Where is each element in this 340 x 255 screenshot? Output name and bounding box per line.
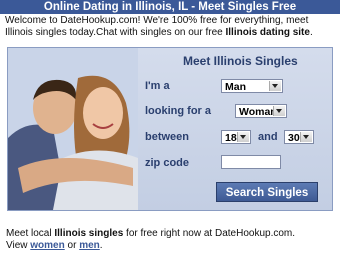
intro-text: Welcome to DateHookup.com! We're 100% fr… [5,15,337,39]
page-header: Online Dating in Illinois, IL - Meet Sin… [0,0,340,14]
gender-select-value: Man [225,81,246,93]
age-min-select[interactable]: 18 [221,130,251,144]
footer-text: Meet local Illinois singles for free rig… [6,228,336,252]
zip-code-input[interactable] [221,155,281,169]
footer-or-text: or [64,240,80,251]
footer-bold: Illinois singles [54,228,124,239]
footer-view-text: View [6,240,31,251]
footer-end-text: . [99,240,103,251]
and-label: and [258,131,278,143]
men-link[interactable]: men [79,240,100,251]
zip-label: zip code [145,157,190,169]
chevron-down-icon [269,81,281,91]
intro-bold: Illinois dating site [225,27,310,38]
age-min-value: 18 [225,132,237,144]
couple-photo [8,48,138,210]
looking-label: looking for a [145,105,211,117]
between-label: between [145,131,190,143]
age-max-value: 30 [288,132,300,144]
chevron-down-icon [237,132,249,142]
chevron-down-icon [300,132,312,142]
gender-select[interactable]: Man [221,79,283,93]
seeking-select[interactable]: Woman [235,104,287,118]
form-title: Meet Illinois Singles [183,54,298,68]
search-panel: Meet Illinois Singles I'm a Man looking … [7,47,333,211]
footer-text-1: Meet local [6,228,55,239]
chevron-down-icon [273,106,285,116]
age-max-select[interactable]: 30 [284,130,314,144]
seeking-select-value: Woman [239,106,277,118]
iam-label: I'm a [145,80,170,92]
intro-text-2: . [309,27,313,38]
header-title: Online Dating in Illinois, IL - Meet Sin… [43,1,297,13]
footer-text-2: for free right now at DateHookup.com. [123,228,296,239]
women-link[interactable]: women [30,240,64,251]
search-singles-button[interactable]: Search Singles [216,182,318,202]
